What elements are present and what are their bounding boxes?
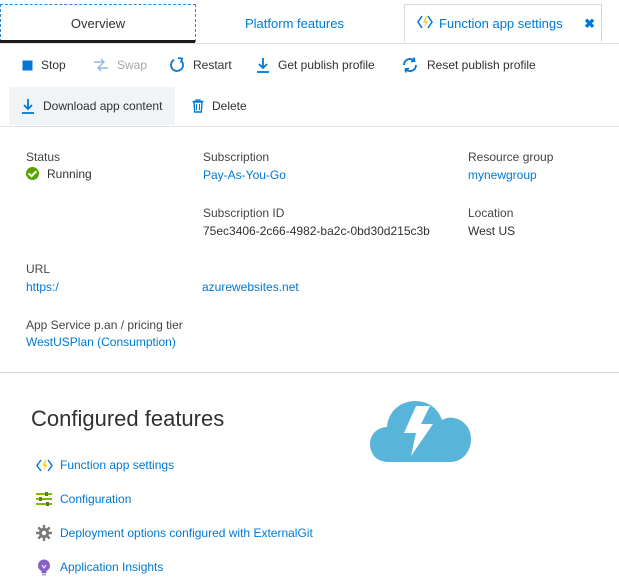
feature-label: Deployment options configured with Exter… (60, 526, 313, 540)
plan-link[interactable]: WestUSPlan (Consumption) (26, 335, 176, 349)
swap-label: Swap (117, 58, 148, 72)
swap-icon (94, 58, 108, 72)
tab-function-app-settings[interactable]: Function app settings ✖ (404, 4, 602, 42)
tab-platform-features-label: Platform features (245, 15, 344, 31)
url-label: URL (26, 262, 51, 276)
feature-configuration[interactable]: Configuration (35, 489, 131, 509)
status-text: Running (47, 167, 92, 181)
reset-publish-profile-label: Reset publish profile (427, 58, 536, 72)
function-app-cloud-icon (370, 396, 472, 464)
close-tab-icon[interactable]: ✖ (584, 16, 595, 32)
feature-application-insights[interactable]: Application Insights (35, 557, 163, 577)
subscription-id-label: Subscription ID (203, 206, 285, 220)
url-link-end[interactable]: azurewebsites.net (202, 280, 299, 294)
delete-button[interactable]: Delete (192, 88, 247, 124)
stop-button[interactable]: Stop (22, 47, 66, 83)
toolbar-divider (0, 126, 619, 127)
tab-divider (0, 43, 619, 44)
restart-button[interactable]: Restart (169, 47, 232, 83)
get-publish-profile-label: Get publish profile (278, 58, 375, 72)
plan-label: App Service p.an / pricing tier (26, 318, 183, 332)
lightning-icon (417, 15, 433, 32)
subscription-link[interactable]: Pay-As-You-Go (203, 168, 286, 182)
section-divider (0, 372, 619, 373)
resource-group-label: Resource group (468, 150, 554, 164)
download-app-content-label: Download app content (43, 99, 163, 113)
location-value: West US (468, 224, 516, 238)
reset-publish-profile-button[interactable]: Reset publish profile (401, 47, 536, 83)
lightbulb-icon (35, 559, 53, 575)
tab-overview-label: Overview (70, 16, 126, 31)
gear-icon (35, 525, 53, 541)
configured-features-title: Configured features (31, 406, 225, 431)
swap-button[interactable]: Swap (93, 47, 147, 83)
feature-label: Application Insights (60, 560, 164, 574)
reset-icon (403, 57, 417, 73)
sliders-icon (35, 491, 53, 507)
subscription-label: Subscription (203, 150, 270, 164)
download-icon (22, 99, 34, 114)
url-link-start[interactable]: https:/ (26, 280, 59, 294)
feature-function-app-settings[interactable]: Function app settings (35, 455, 174, 475)
download-icon (257, 58, 269, 73)
trash-icon (192, 99, 204, 113)
location-label: Location (468, 206, 514, 220)
status-label: Status (26, 150, 61, 164)
get-publish-profile-button[interactable]: Get publish profile (256, 47, 375, 83)
download-app-content-button[interactable]: Download app content (9, 87, 175, 125)
tab-function-app-settings-label: Function app settings (439, 16, 563, 31)
feature-label: Configuration (60, 492, 132, 506)
lightning-icon (35, 457, 53, 473)
feature-deployment-options[interactable]: Deployment options configured with Exter… (35, 523, 313, 543)
status-value: Running (26, 167, 92, 181)
delete-label: Delete (212, 99, 247, 113)
restart-label: Restart (193, 58, 232, 72)
subscription-id-value: 75ec3406-2c66-4982-ba2c-0bd30d215c3b (203, 224, 430, 238)
tab-platform-features[interactable]: Platform features (197, 4, 392, 42)
tab-overview[interactable]: Overview (0, 4, 196, 42)
stop-icon (22, 60, 33, 70)
resource-group-link[interactable]: mynewgroup (468, 168, 537, 182)
restart-icon (170, 57, 184, 72)
feature-label: Function app settings (60, 458, 175, 472)
stop-label: Stop (41, 58, 66, 72)
tab-bar: Overview Platform features Function app … (0, 0, 619, 44)
running-check-icon (26, 167, 39, 180)
